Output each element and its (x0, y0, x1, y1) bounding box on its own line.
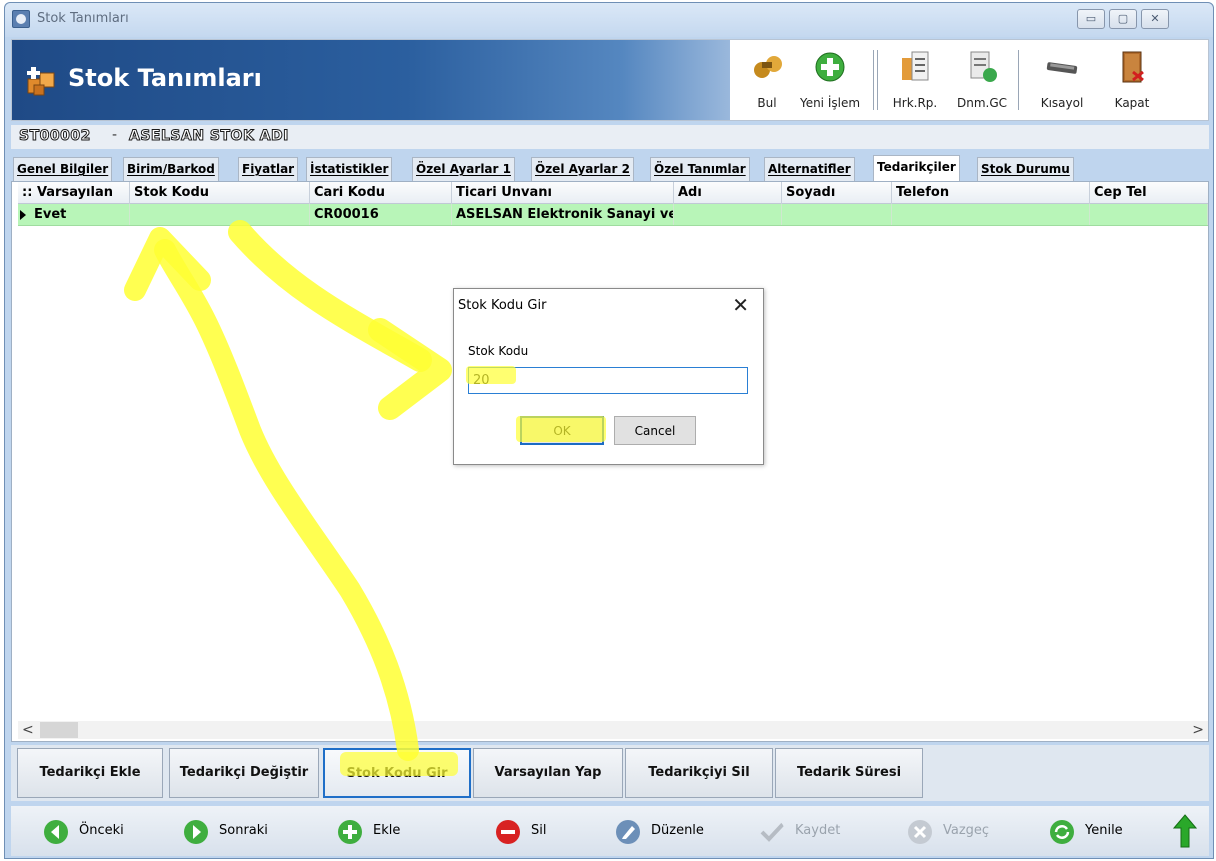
app-icon (12, 10, 30, 28)
new-transaction-button[interactable]: Yeni İşlem (794, 40, 866, 120)
cancel-edit-button[interactable]: Vazgeç (907, 816, 1007, 846)
search-binoculars-icon (754, 56, 782, 78)
report-icon (902, 51, 929, 81)
cell-soyadi[interactable] (782, 204, 892, 225)
refresh-button[interactable]: Yenile (1049, 816, 1149, 846)
find-button[interactable]: Bul (746, 40, 788, 120)
column-header-ticari-unvani[interactable]: Ticari Unvanı (452, 182, 674, 204)
shortcut-icon (1046, 62, 1078, 74)
tab-ozel-ayarlar-2[interactable]: Özel Ayarlar 2 (531, 157, 634, 181)
scroll-left-icon[interactable]: < (22, 722, 34, 738)
cell-ticari-unvani[interactable]: ASELSAN Elektronik Sanayi ve (452, 204, 674, 225)
stock-code-dialog: Stok Kodu Gir ✕ Stok Kodu OK Cancel (453, 288, 764, 465)
edit-icon (616, 820, 640, 844)
go-top-arrow-icon[interactable] (1173, 814, 1197, 848)
scrollbar-thumb[interactable] (40, 722, 78, 738)
grid-header: :: Varsayılan Stok Kodu Cari Kodu Ticari… (18, 182, 1208, 204)
cell-adi[interactable] (674, 204, 782, 225)
maximize-button[interactable]: ▢ (1109, 9, 1137, 29)
previous-button[interactable]: Önceki (43, 816, 153, 846)
window-title: Stok Tanımları (37, 11, 129, 26)
toolbar-divider (873, 50, 874, 110)
action-button-bar: Tedarikçi Ekle Tedarikçi Değiştir Stok K… (11, 745, 1209, 801)
edit-button[interactable]: Düzenle (615, 816, 725, 846)
add-icon (338, 820, 362, 844)
horizontal-scrollbar[interactable]: < > (18, 721, 1208, 739)
record-name: ASELSAN STOK ADI (129, 128, 289, 145)
tab-genel-bilgiler[interactable]: Genel Bilgiler (13, 157, 113, 181)
period-gc-button[interactable]: Dnm.GC (952, 40, 1012, 120)
ok-button[interactable]: OK (520, 416, 604, 445)
tab-fiyatlar[interactable]: Fiyatlar (238, 157, 299, 181)
delete-supplier-button[interactable]: Tedarikçiyi Sil (625, 748, 773, 798)
delete-button[interactable]: Sil (495, 816, 575, 846)
stock-boxes-icon (27, 67, 55, 96)
tab-strip: Genel Bilgiler Birim/Barkod Fiyatlar İst… (11, 155, 1209, 182)
forward-arrow-icon (184, 820, 208, 844)
column-header-cari-kodu[interactable]: Cari Kodu (310, 182, 452, 204)
cell-stok-kodu[interactable] (130, 204, 310, 225)
stock-code-label: Stok Kodu (468, 344, 529, 358)
toolbar-divider (877, 50, 878, 110)
cancel-icon (908, 820, 932, 844)
header-band: Stok Tanımları Bul Yeni İşlem Hrk.Rp. Dn… (11, 39, 1209, 121)
back-arrow-icon (44, 820, 68, 844)
next-button[interactable]: Sonraki (183, 816, 293, 846)
column-header-telefon[interactable]: Telefon (892, 182, 1090, 204)
cell-varsayilan[interactable]: Evet (30, 204, 130, 225)
tab-istatistikler[interactable]: İstatistikler (306, 157, 393, 181)
delete-icon (496, 820, 520, 844)
column-drag-handle-icon: :: (22, 185, 37, 200)
close-icon[interactable]: ✕ (732, 293, 749, 317)
title-bar[interactable]: Stok Tanımları ▭ ▢ ✕ (5, 3, 1213, 37)
header-title: Stok Tanımları (68, 64, 262, 92)
cell-cari-kodu[interactable]: CR00016 (310, 204, 452, 225)
plus-circle-icon (815, 52, 845, 82)
save-check-icon (760, 822, 785, 842)
enter-stock-code-button[interactable]: Stok Kodu Gir (323, 748, 471, 798)
tab-ozel-tanimlar[interactable]: Özel Tanımlar (650, 157, 750, 181)
change-supplier-button[interactable]: Tedarikçi Değiştir (169, 748, 319, 798)
tab-tedarikciler[interactable]: Tedarikçiler (873, 155, 960, 182)
save-button[interactable]: Kaydet (759, 816, 869, 846)
add-button[interactable]: Ekle (337, 816, 427, 846)
column-header-cep-tel[interactable]: Cep Tel (1090, 182, 1208, 204)
dialog-title: Stok Kodu Gir (458, 298, 547, 313)
tab-stok-durumu[interactable]: Stok Durumu (977, 157, 1074, 181)
tab-birim-barkod[interactable]: Birim/Barkod (123, 157, 219, 181)
period-document-icon (970, 51, 997, 82)
set-default-button[interactable]: Varsayılan Yap (473, 748, 623, 798)
record-bar: ST00002 - ASELSAN STOK ADI (11, 125, 1209, 149)
column-header-soyadi[interactable]: Soyadı (782, 182, 892, 204)
column-header-adi[interactable]: Adı (674, 182, 782, 204)
tab-alternatifler[interactable]: Alternatifler (764, 157, 855, 181)
cancel-button[interactable]: Cancel (614, 416, 696, 445)
header-banner: Stok Tanımları (12, 40, 730, 120)
toolbar-divider (1018, 50, 1019, 110)
cell-telefon[interactable] (892, 204, 1090, 225)
record-code: ST00002 (19, 128, 91, 145)
tab-ozel-ayarlar-1[interactable]: Özel Ayarlar 1 (412, 157, 515, 181)
stock-code-input[interactable] (468, 367, 748, 394)
navigation-bar: Önceki Sonraki Ekle Sil Düzenle Kaydet V… (11, 806, 1209, 856)
exit-door-icon (1122, 51, 1144, 83)
close-form-button[interactable]: Kapat (1104, 40, 1160, 120)
table-row[interactable]: Evet CR00016 ASELSAN Elektronik Sanayi v… (18, 204, 1208, 226)
supply-time-button[interactable]: Tedarik Süresi (775, 748, 923, 798)
add-supplier-button[interactable]: Tedarikçi Ekle (17, 748, 163, 798)
shortcut-button[interactable]: Kısayol (1034, 40, 1090, 120)
cell-cep-tel[interactable] (1090, 204, 1208, 225)
movement-report-button[interactable]: Hrk.Rp. (885, 40, 945, 120)
record-separator: - (112, 127, 118, 143)
row-indicator-icon (20, 210, 26, 220)
refresh-icon (1050, 820, 1074, 844)
close-window-button[interactable]: ✕ (1141, 9, 1169, 29)
column-header-varsayilan[interactable]: :: Varsayılan (18, 182, 130, 204)
minimize-button[interactable]: ▭ (1077, 9, 1105, 29)
scroll-right-icon[interactable]: > (1192, 722, 1204, 738)
column-header-stok-kodu[interactable]: Stok Kodu (130, 182, 310, 204)
